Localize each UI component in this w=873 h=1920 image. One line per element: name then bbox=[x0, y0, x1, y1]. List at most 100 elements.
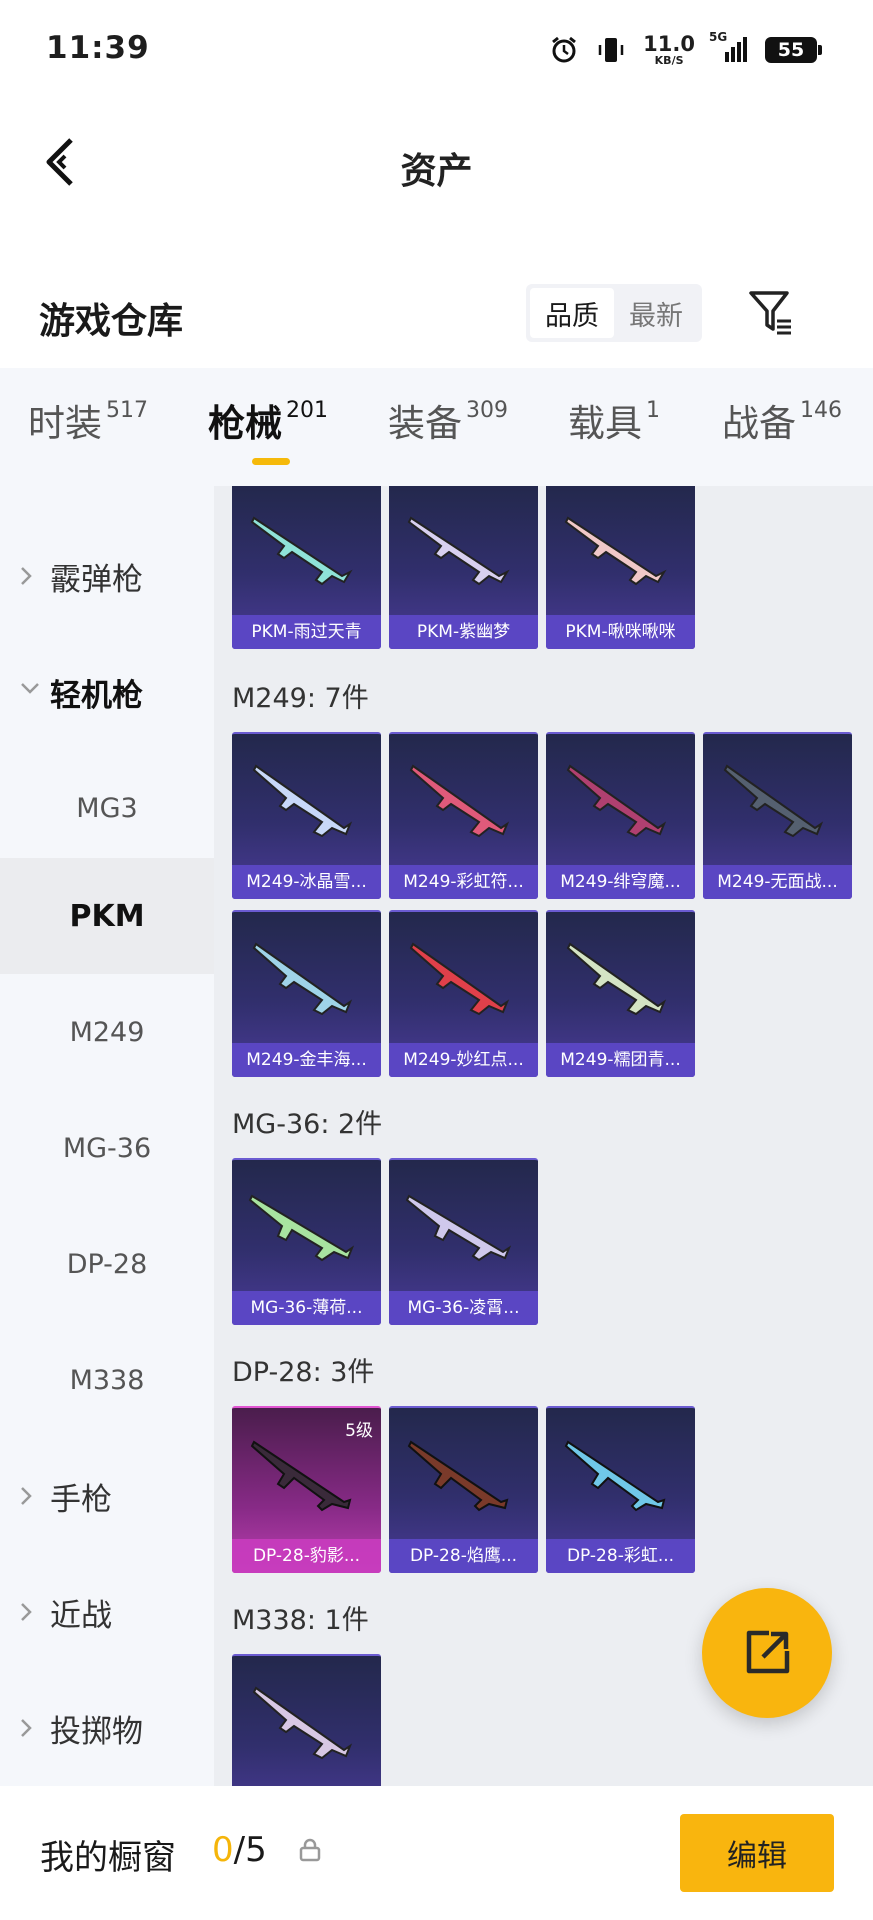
showcase-count: 0/5 bbox=[212, 1830, 267, 1870]
sidebar-item-lmg[interactable]: 轻机枪 bbox=[0, 634, 214, 750]
filter-icon bbox=[749, 291, 791, 335]
group-title: M249: 7件 bbox=[232, 683, 369, 714]
weapon-image bbox=[407, 1440, 509, 1512]
weapon-card[interactable]: PKM-紫幽梦 bbox=[389, 486, 538, 649]
sidebar-item-label: 近战 bbox=[50, 1597, 112, 1634]
weapon-card[interactable]: DP-28-彩虹... bbox=[546, 1406, 695, 1573]
weapon-name: PKM-雨过天青 bbox=[232, 615, 381, 649]
weapon-image bbox=[566, 764, 667, 838]
sidebar-item-label: 霰弹枪 bbox=[50, 561, 143, 598]
sidebar-item-pistol[interactable]: 手枪 bbox=[0, 1438, 214, 1554]
sidebar-item-melee[interactable]: 近战 bbox=[0, 1554, 214, 1670]
tab-weapons[interactable]: 枪械 201 bbox=[208, 398, 328, 446]
weapon-name: PKM-啾咪啾咪 bbox=[546, 615, 695, 649]
edit-button[interactable]: 编辑 bbox=[680, 1814, 834, 1892]
sort-quality-button[interactable]: 品质 bbox=[530, 288, 614, 338]
weapon-card[interactable]: DP-28-焰鹰... bbox=[389, 1406, 538, 1573]
weapon-image bbox=[250, 516, 353, 586]
weapon-card[interactable] bbox=[232, 1654, 381, 1786]
share-fab-button[interactable] bbox=[702, 1588, 832, 1718]
tab-vehicles[interactable]: 载具 1 bbox=[568, 398, 660, 446]
battery-icon: 55 bbox=[765, 37, 822, 63]
group-title: MG-36: 2件 bbox=[232, 1109, 383, 1140]
sidebar-item-m249[interactable]: M249 bbox=[0, 974, 214, 1090]
tab-count: 146 bbox=[800, 398, 842, 423]
weapon-image bbox=[248, 1194, 355, 1262]
sidebar-item-label: M249 bbox=[69, 1016, 145, 1048]
tab-count: 517 bbox=[106, 398, 148, 423]
chevron-down-icon bbox=[21, 683, 39, 694]
sidebar-item-pkm[interactable]: PKM bbox=[0, 858, 214, 974]
sidebar-item-mg3[interactable]: MG3 bbox=[0, 750, 214, 866]
weapon-card[interactable]: PKM-雨过天青 bbox=[232, 486, 381, 649]
weapon-name: DP-28-彩虹... bbox=[546, 1539, 695, 1573]
signal-5g-icon: 5G bbox=[709, 30, 747, 64]
section-title: 游戏仓库 bbox=[39, 301, 184, 342]
sidebar-item-dp28[interactable]: DP-28 bbox=[0, 1206, 214, 1322]
weapon-card[interactable]: 5级 DP-28-豹影... bbox=[232, 1406, 381, 1573]
weapon-image bbox=[405, 1194, 512, 1262]
weapon-image bbox=[407, 516, 510, 586]
weapon-card[interactable]: M249-金丰海... bbox=[232, 910, 381, 1077]
chevron-right-icon bbox=[21, 1719, 32, 1737]
net-speed-unit: KB/S bbox=[654, 54, 684, 67]
tab-label: 装备 bbox=[388, 402, 462, 445]
sidebar-item-label: DP-28 bbox=[66, 1248, 148, 1280]
tab-supplies[interactable]: 战备 146 bbox=[722, 398, 842, 446]
tab-fashion[interactable]: 时装 517 bbox=[28, 398, 148, 446]
weapon-card[interactable]: MG-36-薄荷... bbox=[232, 1158, 381, 1325]
weapon-card[interactable]: M249-冰晶雪... bbox=[232, 732, 381, 899]
weapon-image bbox=[252, 764, 353, 838]
page-title: 资产 bbox=[400, 151, 473, 192]
sidebar-item-label: 投掷物 bbox=[50, 1713, 143, 1750]
sidebar-item-shotgun[interactable]: 霰弹枪 bbox=[0, 518, 214, 634]
weapon-name: MG-36-凌霄... bbox=[389, 1291, 538, 1325]
weapon-card[interactable]: M249-绯穹魔... bbox=[546, 732, 695, 899]
weapon-name: M249-妙红点... bbox=[389, 1043, 538, 1077]
weapon-card[interactable]: M249-彩虹符... bbox=[389, 732, 538, 899]
weapon-image bbox=[252, 942, 353, 1016]
sidebar-item-throwable[interactable]: 投掷物 bbox=[0, 1670, 214, 1786]
weapon-card[interactable]: M249-妙红点... bbox=[389, 910, 538, 1077]
chevron-right-icon bbox=[21, 1487, 32, 1505]
status-bar: 11:39 11.0 KB/S 5G 55 bbox=[0, 0, 873, 104]
weapon-name: DP-28-焰鹰... bbox=[389, 1539, 538, 1573]
tab-label: 载具 bbox=[568, 402, 642, 445]
weapon-card[interactable]: PKM-啾咪啾咪 bbox=[546, 486, 695, 649]
sidebar-item-m338[interactable]: M338 bbox=[0, 1322, 214, 1438]
net-speed-value: 11.0 bbox=[643, 32, 695, 56]
showcase-total: /5 bbox=[233, 1830, 267, 1870]
showcase-label: 我的橱窗 bbox=[40, 1838, 176, 1878]
weapon-card[interactable]: M249-无面战... bbox=[703, 732, 852, 899]
chevron-right-icon bbox=[21, 1603, 32, 1621]
tab-equipment[interactable]: 装备 309 bbox=[388, 398, 508, 446]
weapon-name: M249-绯穹魔... bbox=[546, 865, 695, 899]
chevron-right-icon bbox=[21, 567, 32, 585]
tab-count: 1 bbox=[646, 398, 660, 423]
level-badge: 5级 bbox=[345, 1421, 373, 1441]
showcase-bar: 我的橱窗 0/5 编辑 bbox=[0, 1786, 873, 1920]
weapon-name: PKM-紫幽梦 bbox=[389, 615, 538, 649]
weapon-category-sidebar: 霰弹枪 轻机枪 MG3 PKM M249 MG-36 DP-28 M338 手枪… bbox=[0, 486, 214, 1786]
tab-count: 201 bbox=[286, 398, 328, 423]
vibrate-icon bbox=[597, 35, 625, 65]
filter-button[interactable] bbox=[740, 282, 802, 344]
active-tab-indicator bbox=[252, 458, 290, 465]
tab-count: 309 bbox=[466, 398, 508, 423]
weapon-name: M249-糯团青... bbox=[546, 1043, 695, 1077]
sidebar-item-label: 手枪 bbox=[50, 1481, 112, 1518]
weapon-image bbox=[564, 516, 667, 586]
weapon-card[interactable]: M249-糯团青... bbox=[546, 910, 695, 1077]
tab-label: 枪械 bbox=[208, 402, 282, 445]
weapon-image bbox=[409, 942, 510, 1016]
status-icons: 11.0 KB/S 5G 55 bbox=[549, 30, 822, 70]
net-speed: 11.0 KB/S bbox=[643, 32, 695, 67]
sidebar-item-label: 轻机枪 bbox=[50, 677, 143, 714]
weapon-card[interactable]: MG-36-凌霄... bbox=[389, 1158, 538, 1325]
weapon-image bbox=[409, 764, 510, 838]
tab-label: 战备 bbox=[722, 402, 796, 445]
sort-latest-button[interactable]: 最新 bbox=[614, 288, 698, 338]
sidebar-item-mg36[interactable]: MG-36 bbox=[0, 1090, 214, 1206]
weapon-image bbox=[564, 1440, 666, 1512]
weapon-name: M249-金丰海... bbox=[232, 1043, 381, 1077]
